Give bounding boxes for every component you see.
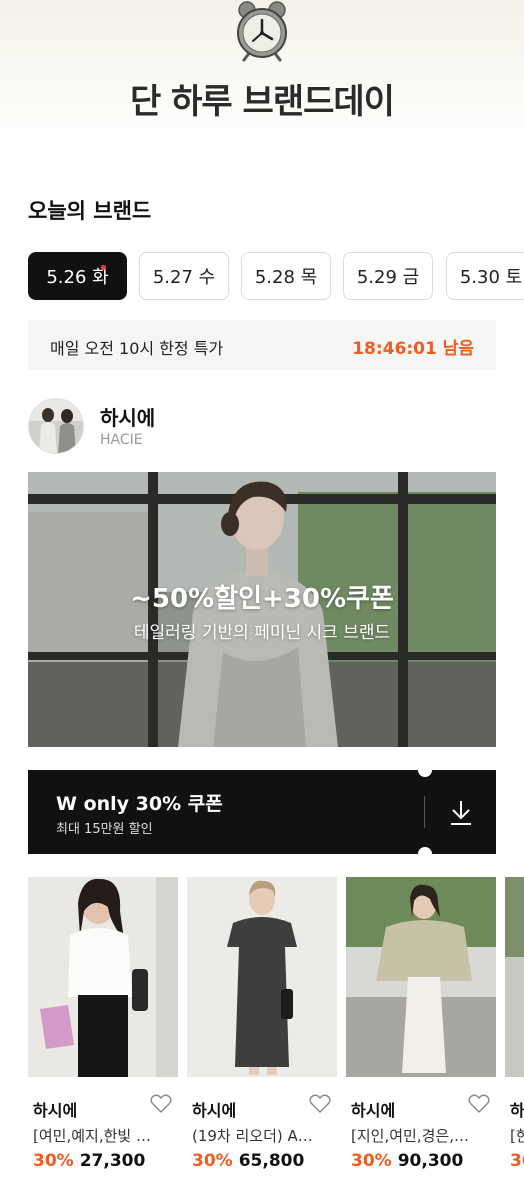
date-tabs: 5.26 화 5.27 수 5.28 목 5.29 금 5.30 토 (28, 252, 524, 300)
brand-header[interactable]: 하시에 HACIE (28, 398, 496, 456)
product-brand: 하시에 (510, 1101, 524, 1120)
daily-deal-label: 매일 오전 10시 한정 특가 (50, 339, 224, 358)
banner-headline: ~50%할인+30%쿠폰 (130, 584, 394, 614)
coupon-title: W only 30% 쿠폰 (56, 793, 223, 815)
hero-title: 단 하루 브랜드데이 (130, 82, 395, 122)
discount-rate: 30% (33, 1151, 74, 1171)
price-value: 27,300 (79, 1151, 146, 1171)
product-price: 30% 65,800 (192, 1151, 304, 1171)
ticket-notch-bottom (418, 847, 432, 861)
date-tab-label: 5.26 화 (46, 267, 109, 288)
new-dot-icon (101, 265, 106, 270)
brand-day-hero: 단 하루 브랜드데이 (0, 0, 524, 150)
product-image[interactable] (505, 877, 524, 1077)
product-card[interactable]: 하시에 [여민,예지,한빛 … 30% 27,300 (28, 877, 178, 1200)
date-tab-5-27[interactable]: 5.27 수 (139, 252, 229, 300)
product-name: [여민,예지,한빛 … (33, 1127, 151, 1145)
date-tab-label: 5.27 수 (152, 267, 216, 288)
countdown-bar: 매일 오전 10시 한정 특가 18:46:01 남음 (28, 320, 496, 370)
heart-icon[interactable] (309, 1094, 331, 1114)
product-list: 하시에 [여민,예지,한빛 … 30% 27,300 하시에 (19차 리오더) … (28, 877, 524, 1200)
product-name: [한… (510, 1127, 524, 1145)
product-price: 30% 90,300 (351, 1151, 463, 1171)
product-price: 30% 27,300 (33, 1151, 145, 1171)
countdown-timer: 18:46:01 남음 (352, 334, 474, 359)
date-tab-label: 5.29 금 (356, 267, 420, 288)
brand-name[interactable]: 하시에 (100, 402, 155, 431)
price-value: 65,800 (238, 1151, 305, 1171)
product-image[interactable] (187, 877, 337, 1077)
date-tab-label: 5.28 목 (254, 267, 318, 288)
coupon-subtitle: 최대 15만원 할인 (56, 822, 153, 837)
discount-rate: 30% (192, 1151, 233, 1171)
section-title: 오늘의 브랜드 (28, 199, 152, 223)
date-tab-5-28[interactable]: 5.28 목 (241, 252, 331, 300)
product-image[interactable] (346, 877, 496, 1077)
date-tab-5-30[interactable]: 5.30 토 (446, 252, 524, 300)
price-value: 90,300 (397, 1151, 464, 1171)
product-name: [지인,여민,경은,… (351, 1127, 469, 1145)
product-brand: 하시에 (351, 1101, 396, 1120)
date-tab-label: 5.30 토 (459, 267, 523, 288)
alarm-clock-icon (237, 1, 287, 62)
product-brand: 하시에 (192, 1101, 237, 1120)
product-brand: 하시에 (33, 1101, 78, 1120)
product-card[interactable]: 하시에 (19차 리오더) A… 30% 65,800 (187, 877, 337, 1200)
brand-banner[interactable]: ~50%할인+30%쿠폰 테일러링 기반의 페미닌 시크 브랜드 (28, 472, 496, 747)
countdown-time: 18:46:01 (352, 339, 437, 359)
date-tab-5-29[interactable]: 5.29 금 (343, 252, 433, 300)
ticket-notch-top (418, 763, 432, 777)
date-tab-5-26[interactable]: 5.26 화 (28, 252, 127, 300)
coupon-divider (424, 796, 425, 828)
discount-rate: 30% (510, 1151, 524, 1171)
download-icon[interactable] (444, 796, 478, 830)
product-price: 30% (510, 1151, 524, 1171)
heart-icon[interactable] (468, 1094, 490, 1114)
brand-avatar[interactable] (28, 398, 84, 454)
product-name: (19차 리오더) A… (192, 1127, 313, 1145)
heart-icon[interactable] (150, 1094, 172, 1114)
countdown-suffix: 남음 (442, 339, 474, 359)
brand-english-name: HACIE (100, 432, 143, 448)
banner-subtitle: 테일러링 기반의 페미닌 시크 브랜드 (133, 623, 391, 643)
product-card[interactable]: 하시에 [한… 30% (505, 877, 524, 1200)
product-card[interactable]: 하시에 [지인,여민,경은,… 30% 90,300 (346, 877, 496, 1200)
coupon-banner[interactable]: W only 30% 쿠폰 최대 15만원 할인 (28, 763, 496, 861)
product-image[interactable] (28, 877, 178, 1077)
discount-rate: 30% (351, 1151, 392, 1171)
